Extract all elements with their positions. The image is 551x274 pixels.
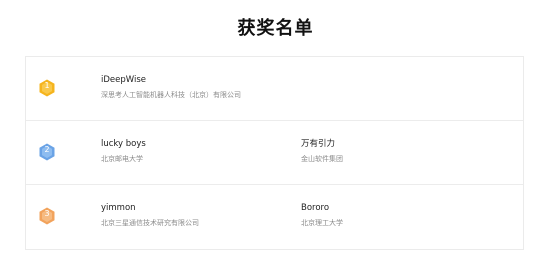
winner-team: 万有引力 金山软件集团 (301, 138, 343, 164)
team-organization: 北京邮电大学 (101, 155, 143, 163)
team-organization: 北京理工大学 (301, 219, 343, 227)
team-organization: 金山软件集团 (301, 155, 343, 163)
team-organization: 北京三星通信技术研究有限公司 (101, 219, 199, 227)
medal-rank-number: 1 (44, 81, 50, 90)
winner-row-3: 3 yimmon 北京三星通信技术研究有限公司 Bororo 北京理工大学 (26, 185, 523, 249)
hexagon-medal-gold-icon: 1 (39, 79, 55, 97)
team-organization: 深思考人工智能机器人科技（北京）有限公司 (101, 91, 241, 99)
page-title: 获奖名单 (237, 18, 314, 39)
winner-team: yimmon 北京三星通信技术研究有限公司 (101, 202, 199, 228)
team-name: lucky boys (101, 139, 146, 149)
winner-team: iDeepWise 深思考人工智能机器人科技（北京）有限公司 (101, 74, 241, 100)
winner-row-2: 2 lucky boys 北京邮电大学 万有引力 金山软件集团 (26, 121, 523, 185)
team-name: yimmon (101, 203, 136, 213)
hexagon-medal-bronze-icon: 3 (39, 207, 55, 225)
team-name: iDeepWise (101, 75, 146, 85)
winner-team: lucky boys 北京邮电大学 (101, 138, 146, 164)
winners-panel: 1 iDeepWise 深思考人工智能机器人科技（北京）有限公司 2 lucky… (25, 56, 524, 250)
team-name: Bororo (301, 203, 330, 213)
hexagon-medal-silver-icon: 2 (39, 143, 55, 161)
winner-row-1: 1 iDeepWise 深思考人工智能机器人科技（北京）有限公司 (26, 57, 523, 121)
winner-team: Bororo 北京理工大学 (301, 202, 343, 228)
medal-rank-number: 3 (44, 209, 50, 218)
team-name: 万有引力 (301, 139, 336, 149)
medal-rank-number: 2 (44, 145, 50, 154)
